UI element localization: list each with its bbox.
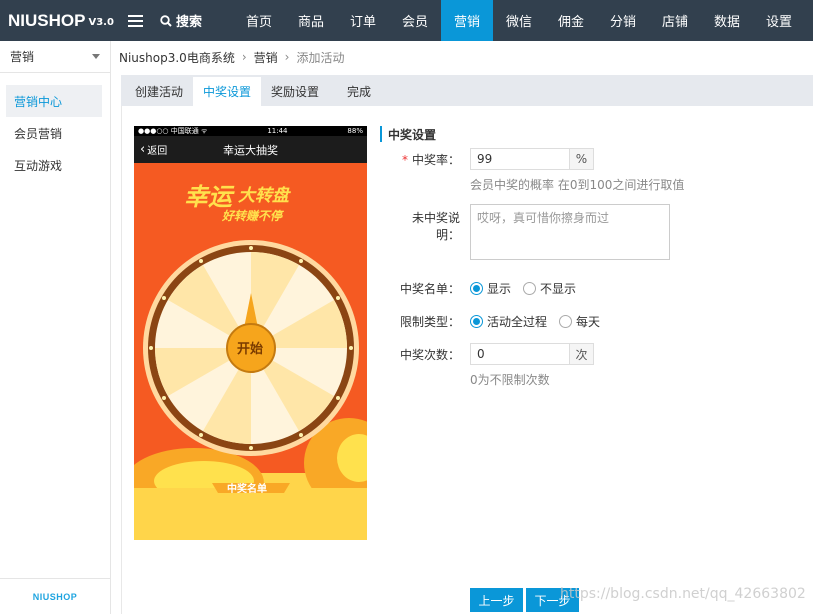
svg-text:中奖名单: 中奖名单 bbox=[227, 482, 267, 495]
caret-down-icon bbox=[92, 54, 100, 59]
sidebar-module-select[interactable]: 营销 bbox=[0, 41, 110, 73]
chevron-right-icon: › bbox=[241, 50, 247, 64]
prev-step-button[interactable]: 上一步 bbox=[470, 588, 523, 612]
lottery-wheel-graphic: 幸运 大转盘 好转赚不停 开始 中奖名单 bbox=[134, 163, 367, 540]
nav-data[interactable]: 数据 bbox=[701, 0, 753, 41]
winner-list-label: 中奖名单： bbox=[399, 282, 460, 296]
breadcrumb-root[interactable]: Niushop3.0电商系统 bbox=[119, 49, 235, 66]
phone-carrier: ●●●○○ 中国联通 ᯤ bbox=[138, 127, 208, 135]
phone-battery: 88% bbox=[347, 127, 363, 135]
svg-text:大转盘: 大转盘 bbox=[238, 186, 292, 206]
radio-checked-icon bbox=[470, 315, 483, 328]
tab-reward-settings[interactable]: 奖励设置 bbox=[261, 77, 329, 106]
win-rate-label-wrap: * 中奖率： bbox=[392, 151, 470, 168]
winner-list-hide-label: 不显示 bbox=[540, 282, 577, 296]
limit-type-row: 限制类型： 活动全过程 每天 bbox=[392, 313, 612, 330]
phone-header: ‹ 返回 幸运大抽奖 bbox=[134, 136, 367, 163]
search-icon bbox=[160, 14, 172, 27]
nav-settings[interactable]: 设置 bbox=[753, 0, 805, 41]
svg-text:好转赚不停: 好转赚不停 bbox=[221, 209, 284, 223]
radio-unchecked-icon bbox=[559, 315, 573, 328]
sidebar-item-interactive-games[interactable]: 互动游戏 bbox=[0, 149, 110, 181]
nav-marketing[interactable]: 营销 bbox=[441, 0, 493, 41]
phone-time: 11:44 bbox=[267, 127, 288, 135]
win-rate-input[interactable]: 99 bbox=[470, 148, 570, 170]
nav-goods[interactable]: 商品 bbox=[285, 0, 337, 41]
breadcrumb-marketing[interactable]: 营销 bbox=[254, 49, 278, 66]
chevron-left-icon: ‹ bbox=[140, 142, 146, 157]
logo-text: NIUSHOP bbox=[8, 10, 86, 30]
phone-back-label: 返回 bbox=[147, 146, 168, 157]
nav-wechat[interactable]: 微信 bbox=[493, 0, 545, 41]
win-count-row: 中奖次数： 0 次 bbox=[392, 343, 594, 365]
phone-preview: ●●●○○ 中国联通 ᯤ 11:44 88% ‹ 返回 幸运大抽奖 幸运 大转盘… bbox=[134, 126, 367, 540]
section-title: 中奖设置 bbox=[380, 126, 800, 142]
nav-members[interactable]: 会员 bbox=[389, 0, 441, 41]
breadcrumb: Niushop3.0电商系统 › 营销 › 添加活动 bbox=[119, 41, 344, 73]
nav-commission[interactable]: 佣金 bbox=[545, 0, 597, 41]
win-rate-unit: % bbox=[570, 148, 594, 170]
winner-list-show-radio[interactable]: 显示 bbox=[470, 280, 511, 297]
lose-text-label: 未中奖说明： bbox=[411, 211, 460, 242]
limit-type-daily-radio[interactable]: 每天 bbox=[559, 313, 600, 330]
prize-settings-form: 中奖设置 bbox=[380, 126, 800, 142]
tab-prize-settings[interactable]: 中奖设置 bbox=[193, 77, 262, 106]
main-nav: 首页 商品 订单 会员 营销 微信 佣金 分销 店铺 数据 设置 bbox=[233, 0, 805, 41]
sidebar: 营销 营销中心 会员营销 互动游戏 NIUSHOP bbox=[0, 41, 111, 614]
radio-unchecked-icon bbox=[523, 282, 537, 295]
top-navbar: NIUSHOP V3.0 搜索 首页 商品 订单 会员 营销 微信 佣金 分销 … bbox=[0, 0, 813, 41]
hamburger-icon bbox=[127, 14, 143, 27]
win-rate-help: 会员中奖的概率 在0到100之间进行取值 bbox=[470, 178, 685, 192]
winner-list-show-label: 显示 bbox=[487, 282, 512, 296]
nav-distribution[interactable]: 分销 bbox=[597, 0, 649, 41]
phone-back-button[interactable]: ‹ 返回 bbox=[140, 136, 167, 163]
phone-title: 幸运大抽奖 bbox=[223, 143, 278, 157]
tab-create-activity[interactable]: 创建活动 bbox=[125, 77, 193, 106]
sidebar-item-marketing-center[interactable]: 营销中心 bbox=[6, 85, 102, 117]
search-label: 搜索 bbox=[176, 15, 203, 30]
win-count-help: 0为不限制次数 bbox=[470, 373, 550, 387]
required-mark: * bbox=[401, 152, 408, 167]
chevron-right-icon: › bbox=[284, 50, 290, 64]
phone-status-bar: ●●●○○ 中国联通 ᯤ 11:44 88% bbox=[134, 126, 367, 136]
winner-list-row: 中奖名单： 显示 不显示 bbox=[392, 280, 588, 297]
breadcrumb-current: 添加活动 bbox=[296, 50, 345, 65]
limit-type-daily-label: 每天 bbox=[576, 315, 601, 329]
win-rate-label: 中奖率： bbox=[411, 152, 460, 167]
win-count-unit: 次 bbox=[570, 343, 594, 365]
lose-text-row: 未中奖说明： 哎呀，真可惜你擦身而过 bbox=[392, 204, 670, 260]
limit-type-label: 限制类型： bbox=[399, 315, 460, 329]
nav-orders[interactable]: 订单 bbox=[337, 0, 389, 41]
nav-home[interactable]: 首页 bbox=[233, 0, 285, 41]
sidebar-item-member-marketing[interactable]: 会员营销 bbox=[0, 117, 110, 149]
nav-shop[interactable]: 店铺 bbox=[649, 0, 701, 41]
win-rate-row: * 中奖率： 99 % bbox=[392, 148, 594, 170]
menu-toggle-button[interactable] bbox=[110, 0, 160, 41]
main-content: ●●●○○ 中国联通 ᯤ 11:44 88% ‹ 返回 幸运大抽奖 幸运 大转盘… bbox=[121, 106, 813, 614]
footer-logo-text: NIUSHOP bbox=[32, 591, 78, 602]
step-tabs: 创建活动 中奖设置 奖励设置 完成 bbox=[121, 75, 813, 106]
svg-text:开始: 开始 bbox=[237, 341, 263, 357]
search-button[interactable]: 搜索 bbox=[160, 0, 225, 41]
lottery-wheel-preview: 幸运 大转盘 好转赚不停 开始 中奖名单 bbox=[134, 163, 367, 540]
tab-finish[interactable]: 完成 bbox=[329, 77, 381, 106]
limit-type-whole-radio[interactable]: 活动全过程 bbox=[470, 313, 547, 330]
sidebar-select-label: 营销 bbox=[10, 50, 35, 64]
sidebar-footer-logo: NIUSHOP bbox=[0, 578, 110, 614]
logo[interactable]: NIUSHOP V3.0 bbox=[0, 0, 114, 41]
svg-text:幸运: 幸运 bbox=[184, 183, 235, 211]
limit-type-whole-label: 活动全过程 bbox=[487, 315, 548, 329]
radio-checked-icon bbox=[470, 282, 483, 295]
winner-list-hide-radio[interactable]: 不显示 bbox=[523, 280, 576, 297]
watermark-text: https://blog.csdn.net/qq_42663802 bbox=[560, 586, 806, 602]
lose-text-textarea[interactable]: 哎呀，真可惜你擦身而过 bbox=[470, 204, 670, 260]
win-count-label: 中奖次数： bbox=[399, 347, 460, 362]
win-count-input[interactable]: 0 bbox=[470, 343, 570, 365]
